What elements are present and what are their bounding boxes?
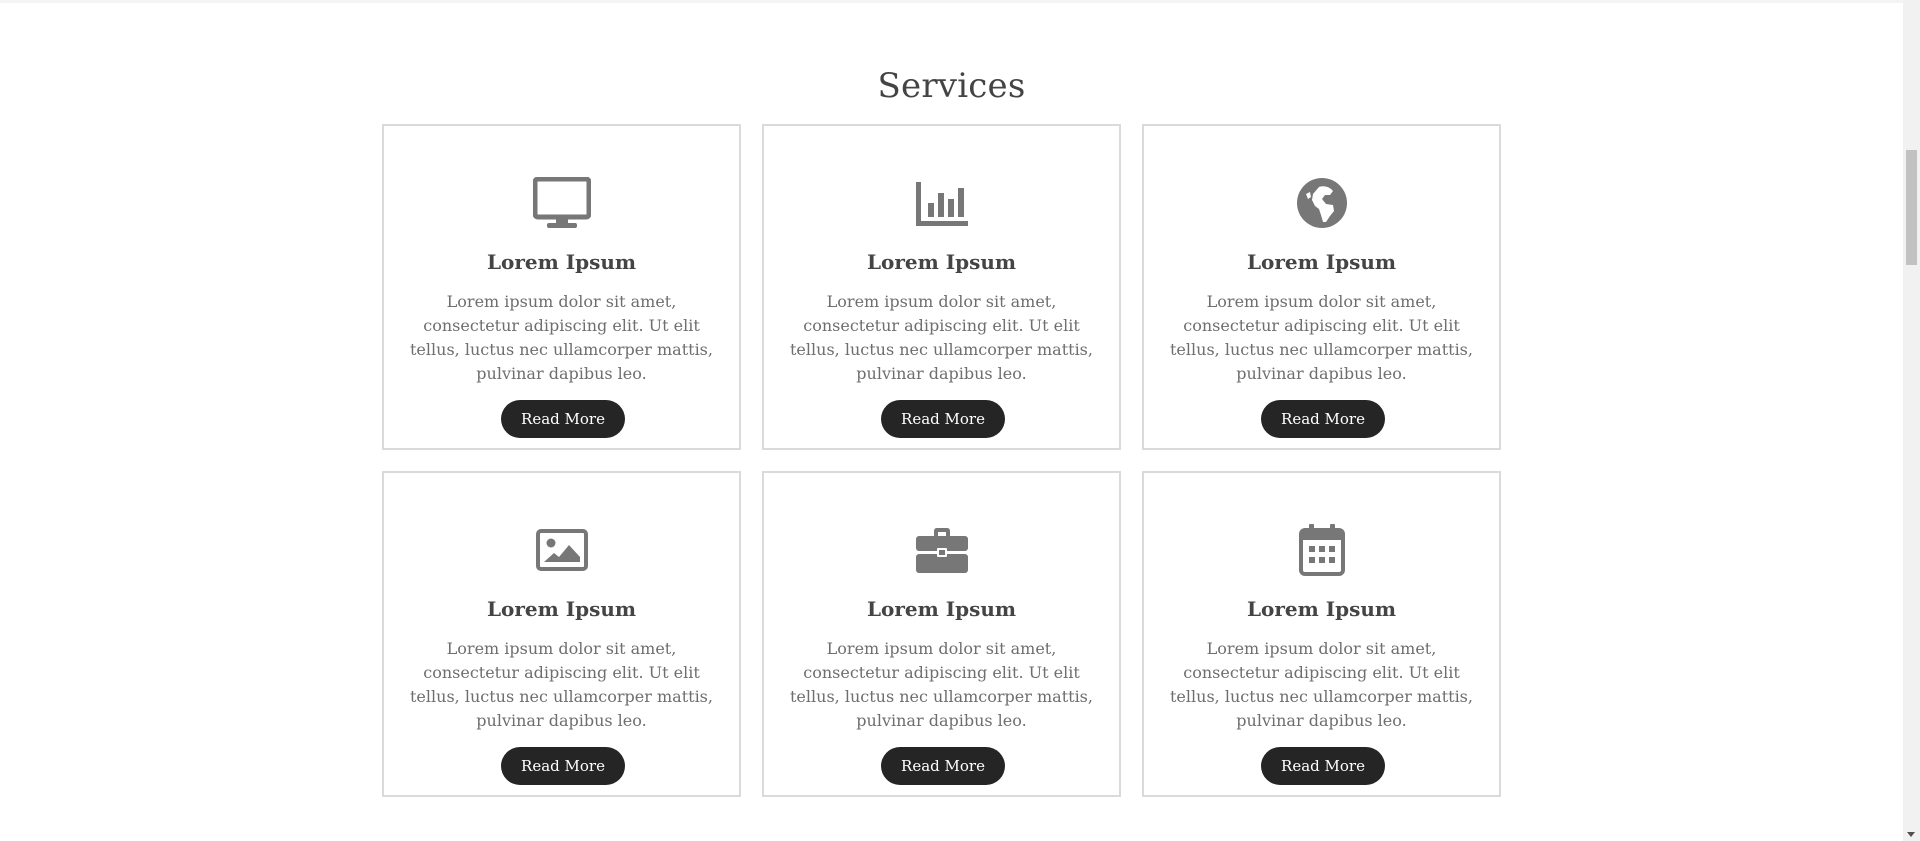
card-title: Lorem Ipsum	[866, 597, 1017, 621]
bar-chart-icon	[764, 176, 1119, 230]
card-title: Lorem Ipsum	[486, 250, 637, 274]
calendar-icon	[1144, 523, 1499, 577]
read-more-button[interactable]: Read More	[501, 400, 625, 438]
service-card: Lorem Ipsum Lorem ipsum dolor sit amet, …	[1142, 471, 1501, 797]
read-more-button[interactable]: Read More	[501, 747, 625, 785]
card-description: Lorem ipsum dolor sit amet, consectetur …	[410, 639, 713, 730]
scrollbar-thumb[interactable]	[1906, 150, 1917, 265]
scroll-down-arrow-icon[interactable]	[1907, 832, 1915, 837]
briefcase-icon	[764, 523, 1119, 577]
image-icon	[384, 523, 739, 577]
service-card: Lorem Ipsum Lorem ipsum dolor sit amet, …	[382, 471, 741, 797]
card-description: Lorem ipsum dolor sit amet, consectetur …	[1170, 639, 1473, 730]
card-title: Lorem Ipsum	[1246, 597, 1397, 621]
globe-icon	[1144, 176, 1499, 230]
card-title: Lorem Ipsum	[486, 597, 637, 621]
monitor-icon	[384, 176, 739, 230]
service-card: Lorem Ipsum Lorem ipsum dolor sit amet, …	[762, 124, 1121, 450]
card-description: Lorem ipsum dolor sit amet, consectetur …	[790, 292, 1093, 383]
card-description: Lorem ipsum dolor sit amet, consectetur …	[790, 639, 1093, 730]
vertical-scrollbar[interactable]	[1903, 0, 1920, 841]
service-card: Lorem Ipsum Lorem ipsum dolor sit amet, …	[762, 471, 1121, 797]
services-grid: Lorem Ipsum Lorem ipsum dolor sit amet, …	[382, 124, 1501, 797]
read-more-button[interactable]: Read More	[881, 400, 1005, 438]
read-more-button[interactable]: Read More	[1261, 747, 1385, 785]
card-description: Lorem ipsum dolor sit amet, consectetur …	[1170, 292, 1473, 383]
service-card: Lorem Ipsum Lorem ipsum dolor sit amet, …	[382, 124, 741, 450]
card-title: Lorem Ipsum	[866, 250, 1017, 274]
read-more-button[interactable]: Read More	[881, 747, 1005, 785]
card-title: Lorem Ipsum	[1246, 250, 1397, 274]
header-bottom-edge	[0, 0, 1903, 3]
card-description: Lorem ipsum dolor sit amet, consectetur …	[410, 292, 713, 383]
service-card: Lorem Ipsum Lorem ipsum dolor sit amet, …	[1142, 124, 1501, 450]
read-more-button[interactable]: Read More	[1261, 400, 1385, 438]
section-title: Services	[877, 66, 1026, 106]
page: Services Lorem Ipsum Lorem ipsum dolor s…	[0, 0, 1903, 841]
